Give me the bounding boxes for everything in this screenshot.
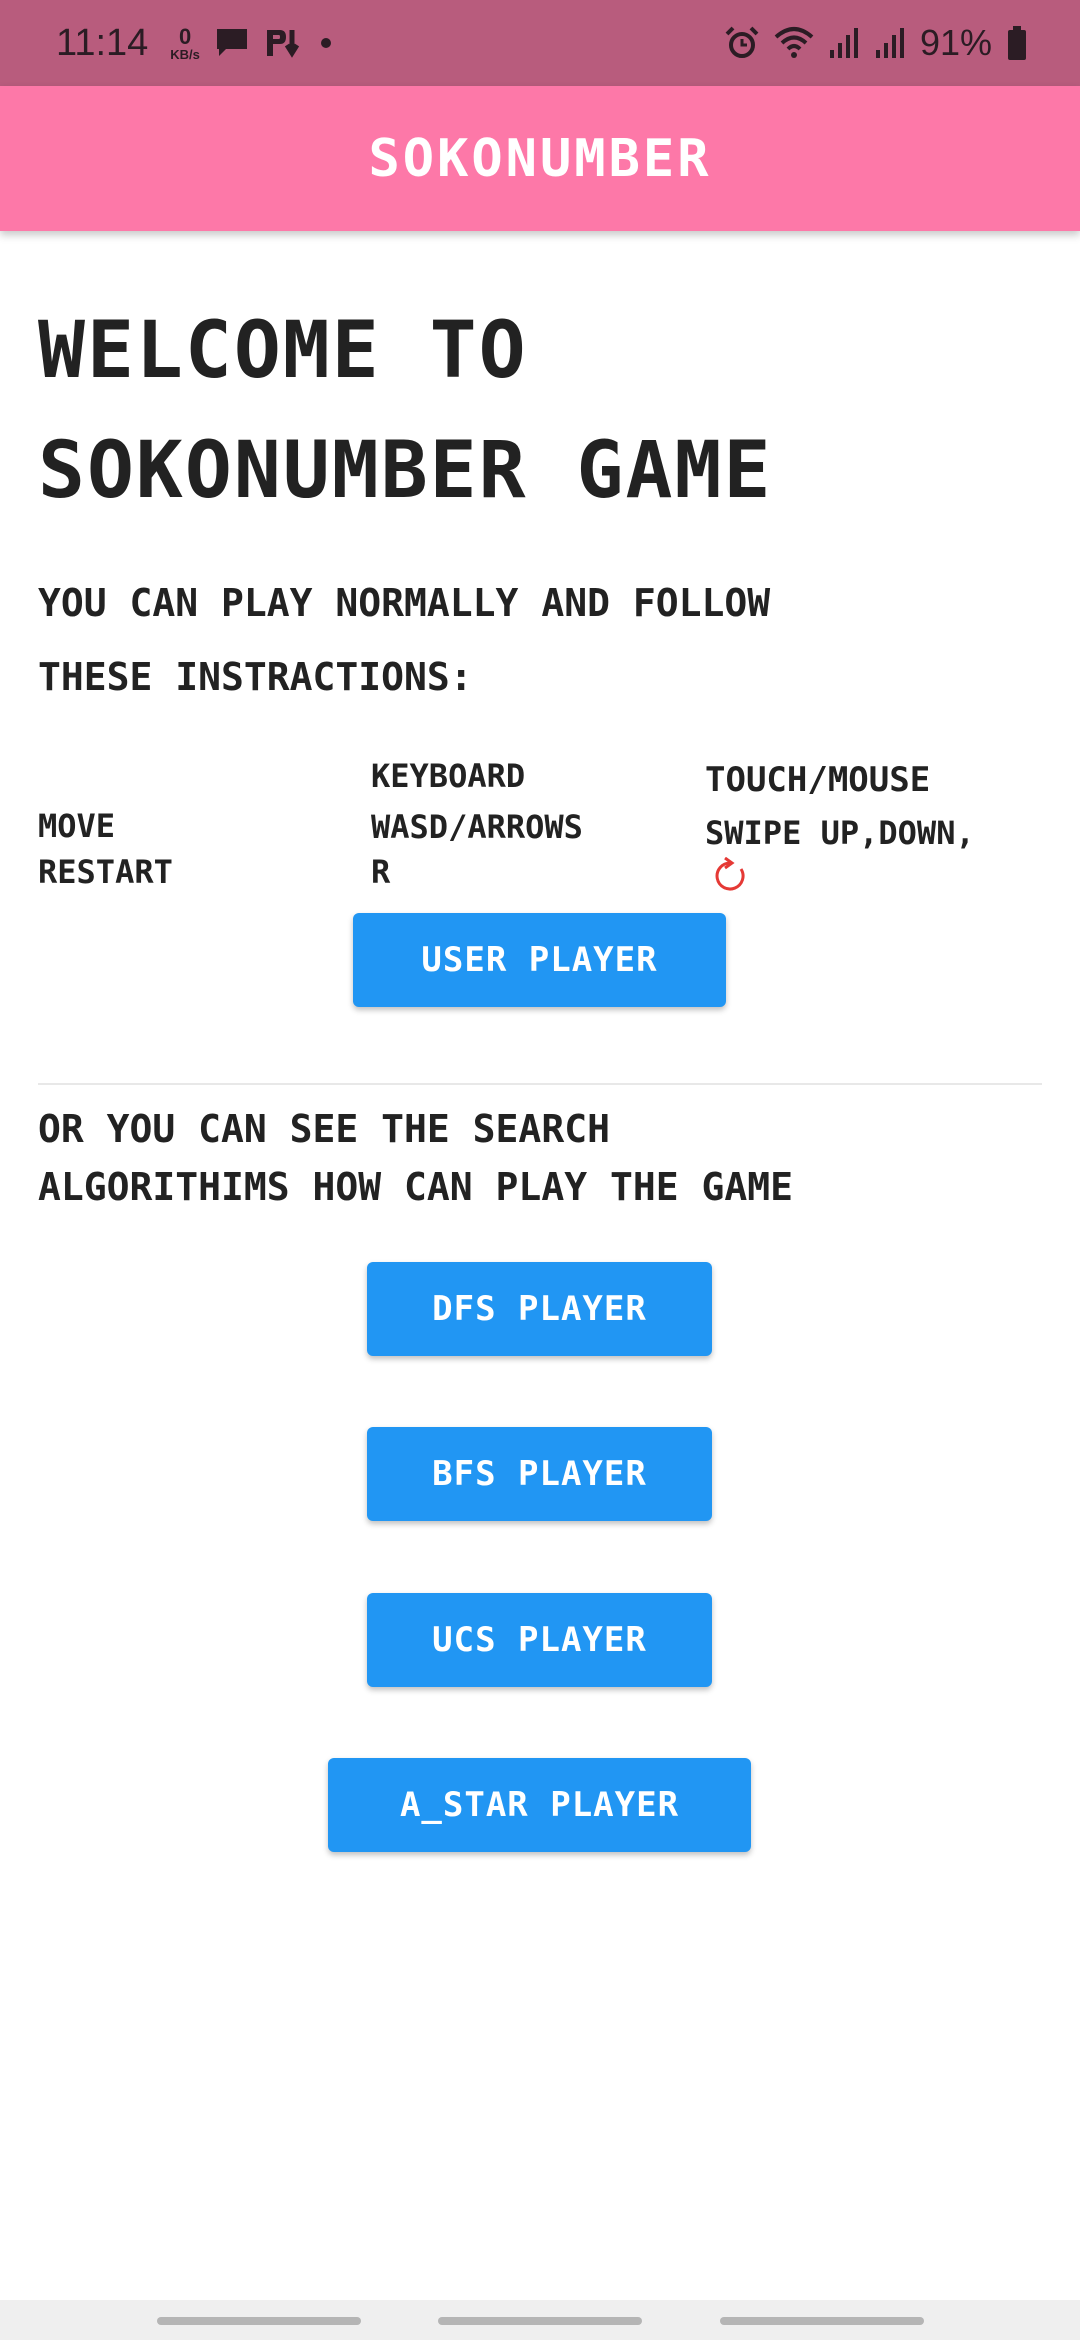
nav-home-handle[interactable] xyxy=(438,2317,642,2325)
row-move-action: MOVE xyxy=(38,807,116,845)
battery-icon xyxy=(1008,26,1026,60)
app-title: SOKONUMBER xyxy=(368,128,712,189)
net-speed-unit: KB/s xyxy=(170,46,200,62)
intro-line-2: THESE INSTRACTIONS: xyxy=(38,655,473,699)
signal-icon xyxy=(829,28,858,58)
nav-back-handle[interactable] xyxy=(720,2317,924,2325)
app-bar: SOKONUMBER xyxy=(0,86,1080,231)
wifi-icon xyxy=(774,27,814,58)
search-section-text: OR YOU CAN SEE THE SEARCH ALGORITHIMS HO… xyxy=(38,1100,1048,1216)
dot-icon xyxy=(320,38,331,48)
astar-player-button[interactable]: A_STAR PLAYER xyxy=(328,1758,751,1852)
alarm-icon xyxy=(725,26,759,58)
battery-percent: 91% xyxy=(919,22,992,63)
signal-icon xyxy=(875,28,904,58)
intro-text: YOU CAN PLAY NORMALLY AND FOLLOW THESE I… xyxy=(38,566,1048,714)
row-restart-keyboard: R xyxy=(371,853,391,891)
welcome-heading: WELCOME TO SOKONUMBER GAME xyxy=(38,291,1048,531)
header-keyboard: KEYBOARD xyxy=(371,757,526,795)
status-right: 91% xyxy=(724,0,1028,86)
restart-icon xyxy=(715,857,745,891)
row-restart-action: RESTART xyxy=(38,853,173,891)
row-move-keyboard: WASD/ARROWS xyxy=(371,808,583,846)
status-left: 11:14 0 KB/s xyxy=(56,0,336,86)
search-line-2: ALGORITHIMS HOW CAN PLAY THE GAME xyxy=(38,1165,793,1209)
status-bar: 11:14 0 KB/s 91% xyxy=(0,0,1080,86)
dfs-player-button[interactable]: DFS PLAYER xyxy=(367,1262,712,1356)
search-line-1: OR YOU CAN SEE THE SEARCH xyxy=(38,1107,610,1151)
chat-icon xyxy=(216,29,247,56)
status-time: 11:14 xyxy=(56,21,149,64)
user-player-button[interactable]: USER PLAYER xyxy=(353,913,726,1007)
ucs-player-button[interactable]: UCS PLAYER xyxy=(367,1593,712,1687)
net-speed: 0 KB/s xyxy=(170,23,200,62)
welcome-line-2: SOKONUMBER GAME xyxy=(38,426,773,516)
bfs-player-button[interactable]: BFS PLAYER xyxy=(367,1427,712,1521)
nav-recents-handle[interactable] xyxy=(157,2317,361,2325)
header-touch: TOUCH/MOUSE xyxy=(705,760,931,800)
welcome-line-1: WELCOME TO xyxy=(38,306,528,396)
intro-line-1: YOU CAN PLAY NORMALLY AND FOLLOW xyxy=(38,581,771,625)
navigation-bar xyxy=(0,2300,1080,2340)
pl-icon xyxy=(266,30,300,58)
net-speed-value: 0 xyxy=(178,23,192,49)
row-move-touch: SWIPE UP,DOWN, xyxy=(705,814,975,852)
divider xyxy=(38,1083,1042,1085)
